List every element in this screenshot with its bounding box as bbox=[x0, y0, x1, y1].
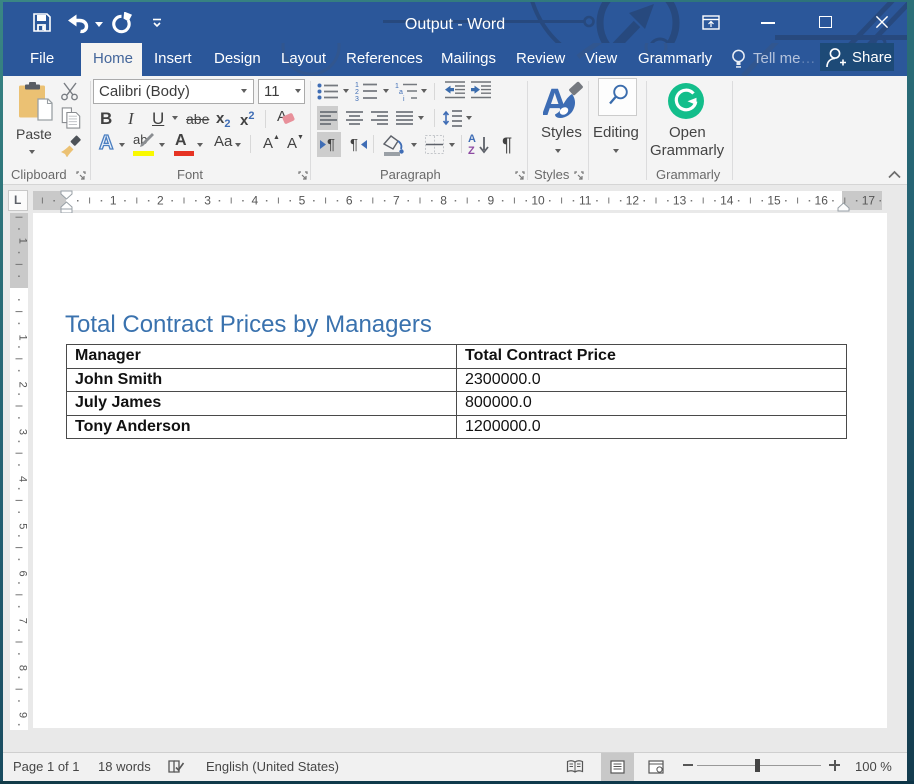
svg-text:14: 14 bbox=[720, 194, 734, 208]
svg-text:3: 3 bbox=[204, 194, 211, 208]
svg-text:5: 5 bbox=[17, 523, 29, 529]
svg-text:12: 12 bbox=[626, 194, 640, 208]
svg-text:2: 2 bbox=[17, 382, 29, 388]
svg-text:6: 6 bbox=[346, 194, 353, 208]
svg-text:8: 8 bbox=[17, 665, 29, 671]
svg-text:1: 1 bbox=[17, 334, 29, 340]
svg-text:2: 2 bbox=[355, 89, 359, 96]
svg-text:13: 13 bbox=[673, 194, 687, 208]
svg-text:9: 9 bbox=[17, 712, 29, 718]
svg-text:16: 16 bbox=[815, 194, 829, 208]
svg-text:9: 9 bbox=[487, 194, 494, 208]
svg-text:2: 2 bbox=[157, 194, 164, 208]
svg-text:3: 3 bbox=[355, 96, 359, 101]
svg-text:1: 1 bbox=[17, 238, 29, 244]
svg-text:4: 4 bbox=[251, 194, 258, 208]
svg-text:1: 1 bbox=[110, 194, 117, 208]
svg-text:15: 15 bbox=[767, 194, 781, 208]
svg-text:8: 8 bbox=[440, 194, 447, 208]
svg-text:3: 3 bbox=[17, 429, 29, 435]
svg-text:a: a bbox=[399, 89, 403, 96]
svg-text:i: i bbox=[403, 96, 405, 101]
svg-text:7: 7 bbox=[17, 618, 29, 624]
svg-text:5: 5 bbox=[299, 194, 306, 208]
svg-text:17: 17 bbox=[862, 194, 876, 208]
svg-text:7: 7 bbox=[393, 194, 400, 208]
svg-text:10: 10 bbox=[531, 194, 545, 208]
svg-text:6: 6 bbox=[17, 570, 29, 576]
svg-text:4: 4 bbox=[17, 476, 29, 482]
svg-text:11: 11 bbox=[579, 194, 592, 208]
svg-text:1: 1 bbox=[355, 82, 359, 89]
